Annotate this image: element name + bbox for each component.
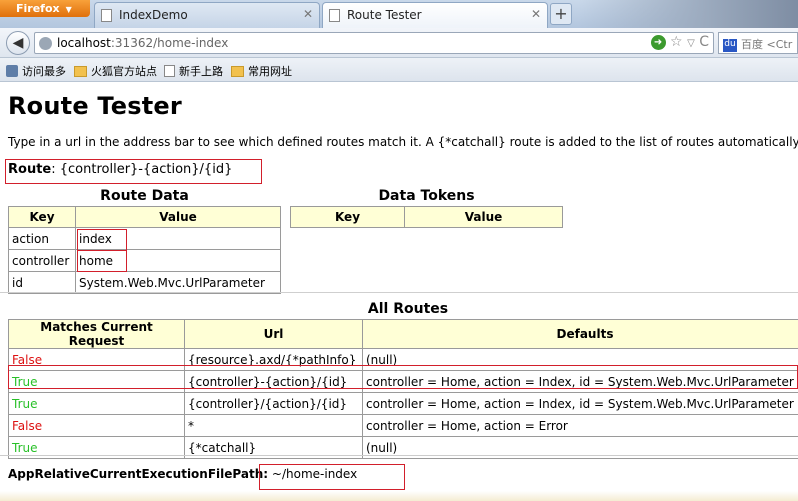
- data-tokens-caption: Data Tokens: [378, 188, 475, 204]
- highlight-matching-route-row: [8, 365, 798, 389]
- firefox-menu-button[interactable]: Firefox ▼: [0, 0, 90, 17]
- url-cell: *: [184, 414, 363, 437]
- data-tokens-table: Data Tokens Key Value: [290, 188, 563, 228]
- bookmark-label: 新手上路: [179, 65, 223, 78]
- close-icon[interactable]: ✕: [531, 7, 541, 21]
- highlight-route: [5, 159, 262, 184]
- column-header: Value: [404, 206, 563, 228]
- defaults-cell: controller = Home, action = Error: [362, 414, 798, 437]
- bookmark-common-sites[interactable]: 常用网址: [231, 63, 292, 79]
- table-row: id System.Web.Mvc.UrlParameter: [8, 271, 281, 294]
- page-title: Route Tester: [8, 92, 182, 120]
- page-icon: [101, 9, 112, 22]
- bookmark-most-visited[interactable]: 访问最多: [6, 63, 66, 79]
- intro-text: Type in a url in the address bar to see …: [8, 135, 798, 149]
- bookmark-label: 火狐官方站点: [91, 65, 157, 78]
- table-cell: action: [8, 227, 76, 250]
- column-header: Key: [290, 206, 405, 228]
- divider: [0, 292, 798, 293]
- bookmark-label: 访问最多: [22, 65, 66, 78]
- all-routes-caption: All Routes: [367, 301, 449, 317]
- tab-label: Route Tester: [347, 8, 422, 22]
- address-bar[interactable]: localhost:31362/home-index ➜ ☆ ▽ C: [34, 32, 714, 54]
- highlight-footer-value: [259, 464, 405, 490]
- star-bookmark-icon[interactable]: ☆: [670, 34, 683, 50]
- match-cell: False: [8, 414, 185, 437]
- url-actions: ➜ ☆ ▽ C: [650, 34, 709, 50]
- tab-route-tester[interactable]: Route Tester ✕: [322, 2, 548, 29]
- close-icon[interactable]: ✕: [303, 7, 313, 21]
- page-icon: [164, 65, 175, 77]
- url-host: localhost: [57, 36, 111, 50]
- table-header-row: Key Value: [8, 206, 281, 228]
- new-tab-button[interactable]: +: [550, 3, 572, 25]
- column-header: Defaults: [362, 319, 798, 349]
- page-content: Route Tester Type in a url in the addres…: [0, 83, 798, 501]
- search-placeholder: 百度 <Ctr: [741, 38, 793, 51]
- back-button[interactable]: ◀: [6, 31, 30, 55]
- column-header: Url: [184, 319, 363, 349]
- page-bottom: [0, 491, 798, 501]
- tabbar-background: [578, 0, 798, 28]
- reload-icon[interactable]: C: [699, 34, 709, 50]
- bookmark-getting-started[interactable]: 新手上路: [164, 63, 223, 79]
- url-path: :31362/home-index: [110, 36, 229, 50]
- table-header-row: Matches Current Request Url Defaults: [8, 319, 798, 349]
- table-row: action index: [8, 227, 281, 250]
- go-icon[interactable]: ➜: [650, 34, 666, 50]
- table-cell: id: [8, 271, 76, 294]
- footer-label: AppRelativeCurrentExecutionFilePath: [8, 467, 264, 481]
- tab-bar: Firefox ▼ IndexDemo ✕ Route Tester ✕ +: [0, 0, 798, 29]
- folder-icon: [74, 66, 87, 77]
- table-row: True {controller}/{action}/{id} controll…: [8, 392, 798, 415]
- firefox-menu-label: Firefox: [16, 2, 60, 15]
- bookmarks-toolbar: 访问最多 火狐官方站点 新手上路 常用网址: [0, 58, 798, 82]
- baidu-icon[interactable]: du: [723, 38, 737, 52]
- table-cell: controller: [8, 249, 76, 272]
- bookmark-firefox-site[interactable]: 火狐官方站点: [74, 63, 157, 79]
- highlight-controller-value: [77, 250, 127, 272]
- back-arrow-icon: ◀: [12, 35, 24, 51]
- dropdown-arrow-icon[interactable]: ▽: [687, 38, 695, 49]
- defaults-cell: controller = Home, action = Index, id = …: [362, 392, 798, 415]
- table-header-row: Key Value: [290, 206, 563, 228]
- route-data-table: Route Data Key Value action index contro…: [8, 188, 281, 294]
- most-visited-icon: [6, 65, 18, 77]
- column-header: Matches Current Request: [8, 319, 185, 349]
- folder-icon: [231, 66, 244, 77]
- site-identity-icon[interactable]: [39, 37, 52, 50]
- table-row: controller home: [8, 249, 281, 272]
- match-cell: True: [8, 392, 185, 415]
- navigation-bar: ◀ localhost:31362/home-index ➜ ☆ ▽ C du 百…: [0, 28, 798, 58]
- tab-label: IndexDemo: [119, 8, 188, 22]
- divider: [0, 455, 798, 456]
- url-text: localhost:31362/home-index: [57, 36, 228, 50]
- bookmark-label: 常用网址: [248, 65, 292, 78]
- column-header: Key: [8, 206, 76, 228]
- table-cell: System.Web.Mvc.UrlParameter: [75, 271, 281, 294]
- column-header: Value: [75, 206, 281, 228]
- highlight-action-value: [77, 229, 127, 251]
- table-row: False * controller = Home, action = Erro…: [8, 414, 798, 437]
- tab-indexdemo[interactable]: IndexDemo ✕: [94, 2, 320, 28]
- page-icon: [329, 9, 340, 22]
- chevron-down-icon: ▼: [65, 5, 72, 14]
- url-cell: {controller}/{action}/{id}: [184, 392, 363, 415]
- search-input[interactable]: du 百度 <Ctr: [718, 32, 798, 54]
- route-data-caption: Route Data: [100, 188, 189, 204]
